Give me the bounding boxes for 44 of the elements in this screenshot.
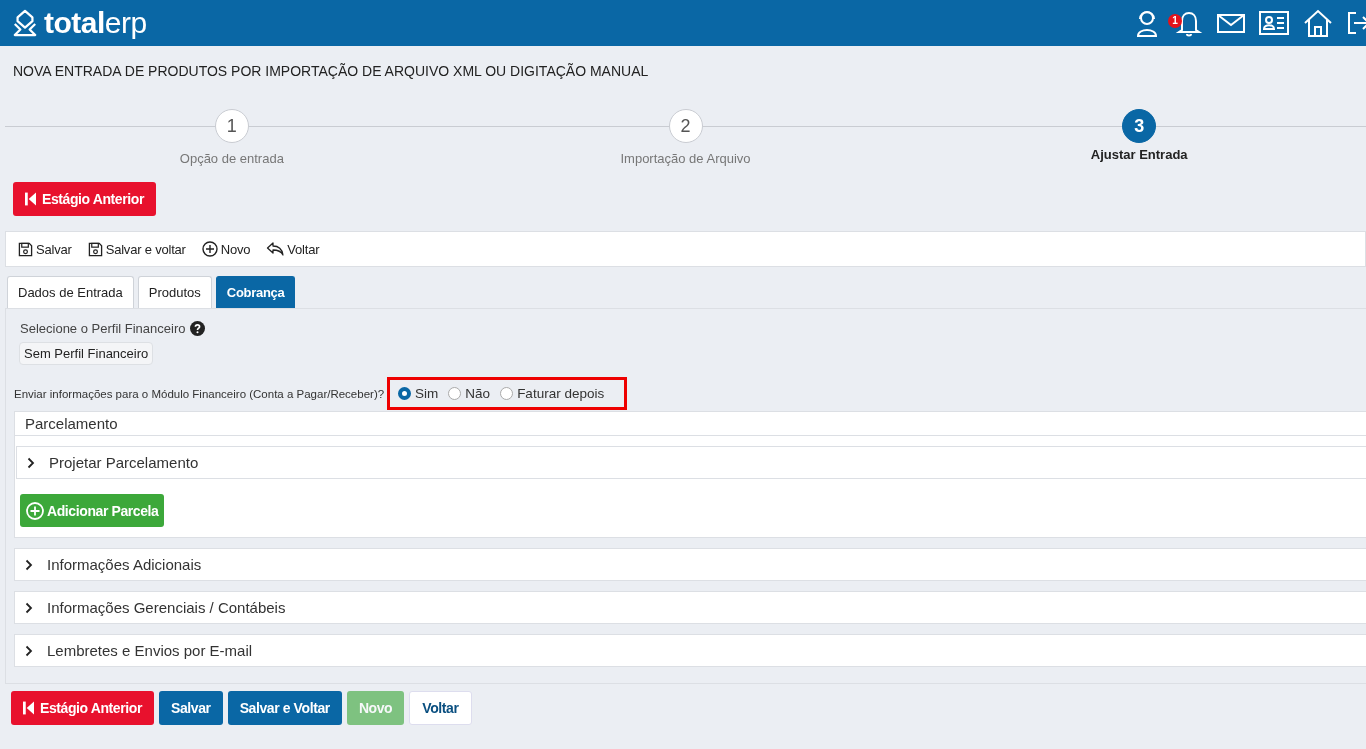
footer-button[interactable]: Estágio Anterior <box>11 691 154 725</box>
step-label: Opção de entrada <box>179 151 284 166</box>
step-label: Ajustar Entrada <box>1090 147 1188 162</box>
logo-text: totalerp <box>44 8 147 38</box>
question-label: Enviar informações para o Módulo Financeiro (Conta a Pagar/Receber)? <box>14 387 385 400</box>
accordion-header[interactable]: Lembretes e Envios por E-mail <box>14 634 1366 667</box>
accordion-header[interactable]: Projetar Parcelamento <box>16 446 1366 479</box>
accordion-header[interactable]: Informações Adicionais <box>14 548 1366 581</box>
footer-button[interactable]: Voltar <box>409 691 472 725</box>
step-number: 1 <box>214 109 249 143</box>
page-title: NOVA ENTRADA DE PRODUTOS POR IMPORTAÇÃO DE ARQUIVO XML OU DIGITAÇÃO MANUAL <box>12 62 650 79</box>
card-title: Parcelamento <box>15 412 1366 436</box>
step-label: Importação de Arquivo <box>620 151 751 166</box>
toolbar-button[interactable]: Voltar <box>264 241 322 257</box>
radio-option[interactable]: Faturar depois <box>500 386 605 401</box>
radio-option[interactable]: Sim <box>398 386 439 401</box>
skip-back-icon <box>23 701 34 715</box>
accordion-header[interactable]: Informações Gerenciais / Contábeis <box>14 591 1366 624</box>
tab[interactable]: Cobrança <box>215 276 296 308</box>
toolbar-button[interactable]: Salvar e voltar <box>85 241 188 257</box>
profile-select[interactable]: Sem Perfil Financeiro <box>19 342 154 365</box>
skip-back-icon <box>25 192 36 206</box>
tab[interactable]: Produtos <box>137 276 212 308</box>
footer-button[interactable]: Salvar e Voltar <box>227 691 342 725</box>
id-card-icon[interactable] <box>1258 8 1290 38</box>
field-label: Selecione o Perfil Financeiro <box>20 321 186 336</box>
toolbar-button[interactable]: Salvar <box>16 241 74 257</box>
footer-button[interactable]: Salvar <box>159 691 223 725</box>
radio-button[interactable] <box>448 387 462 400</box>
toolbar-button[interactable]: Novo <box>199 241 253 257</box>
reply-arrow-icon <box>266 241 285 257</box>
step-number: 3 <box>1122 109 1157 143</box>
radio-button[interactable] <box>398 387 412 400</box>
help-icon[interactable] <box>190 321 206 336</box>
radio-button[interactable] <box>500 387 514 400</box>
radio-option[interactable]: Não <box>448 386 491 401</box>
logo-icon <box>12 8 38 38</box>
notification-badge: 1 <box>1168 14 1182 28</box>
step-number: 2 <box>668 109 703 143</box>
tab[interactable]: Dados de Entrada <box>7 276 134 308</box>
home-icon[interactable] <box>1302 8 1334 38</box>
previous-stage-button[interactable]: Estágio Anterior <box>13 182 156 216</box>
plus-circle-icon <box>26 501 44 520</box>
plus-circle-icon <box>201 241 218 257</box>
